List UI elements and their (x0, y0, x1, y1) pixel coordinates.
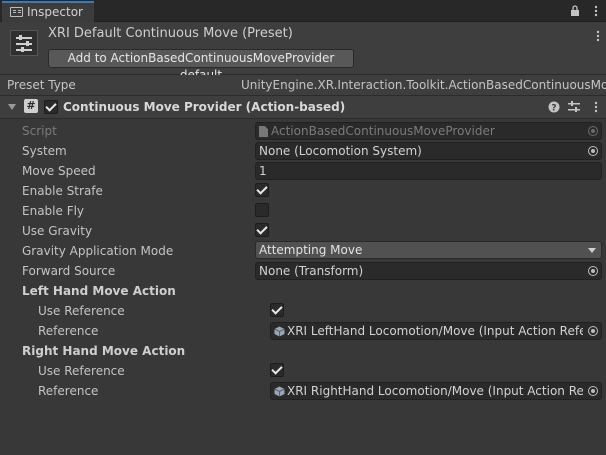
system-label: System (22, 144, 67, 158)
input-action-asset-icon (274, 326, 285, 337)
right-use-reference-checkbox[interactable] (270, 363, 284, 377)
script-value: ActionBasedContinuousMoveProvider (271, 124, 495, 138)
right-reference-value: XRI RightHand Locomotion/Move (Input Act… (287, 384, 583, 398)
preset-icon (10, 30, 38, 56)
script-icon: # (24, 99, 38, 113)
left-use-reference-label: Use Reference (38, 304, 125, 318)
gravity-mode-dropdown[interactable]: Attempting Move (255, 241, 602, 259)
add-to-default-button[interactable]: Add to ActionBasedContinuousMoveProvider… (48, 49, 354, 82)
foldout-arrow-icon[interactable] (8, 104, 16, 110)
input-action-asset-icon (274, 386, 285, 397)
left-reference-field[interactable]: XRI LeftHand Locomotion/Move (Input Acti… (270, 322, 602, 340)
preset-type-row: Preset Type UnityEngine.XR.Interaction.T… (0, 75, 606, 96)
dropdown-arrow-icon (588, 248, 596, 253)
forward-source-label: Forward Source (22, 264, 116, 278)
svg-text:?: ? (551, 104, 556, 114)
object-picker-icon (588, 126, 598, 136)
enable-strafe-label: Enable Strafe (22, 184, 103, 198)
script-field: ActionBasedContinuousMoveProvider (255, 122, 602, 140)
object-picker-icon[interactable] (588, 326, 598, 336)
component-name: Continuous Move Provider (Action-based) (63, 100, 346, 114)
script-file-icon (259, 126, 268, 137)
object-picker-icon[interactable] (588, 146, 598, 156)
preset-settings-icon[interactable] (568, 101, 580, 113)
component-header[interactable]: # Continuous Move Provider (Action-based… (0, 96, 606, 119)
use-gravity-label: Use Gravity (22, 224, 93, 238)
move-speed-input[interactable]: 1 (255, 162, 602, 180)
lock-icon[interactable] (570, 5, 580, 17)
tab-label: Inspector (27, 5, 83, 19)
inspector-icon (10, 7, 23, 17)
forward-source-value: None (Transform) (259, 264, 364, 278)
gravity-mode-value: Attempting Move (259, 243, 363, 257)
enable-fly-checkbox[interactable] (255, 203, 269, 217)
left-use-reference-checkbox[interactable] (270, 303, 284, 317)
left-reference-value: XRI LeftHand Locomotion/Move (Input Acti… (287, 324, 583, 338)
object-picker-icon[interactable] (588, 386, 598, 396)
component-menu-icon[interactable] (594, 101, 598, 113)
enable-fly-label: Enable Fly (22, 204, 85, 218)
move-speed-value: 1 (259, 164, 267, 178)
script-label: Script (22, 124, 57, 138)
system-field[interactable]: None (Locomotion System) (255, 142, 602, 160)
object-picker-icon[interactable] (588, 266, 598, 276)
move-speed-label: Move Speed (22, 164, 96, 178)
page-title: XRI Default Continuous Move (Preset) (48, 26, 293, 41)
use-gravity-checkbox[interactable] (255, 223, 269, 237)
more-menu-icon[interactable] (594, 5, 598, 17)
right-reference-label: Reference (38, 384, 99, 398)
system-value: None (Locomotion System) (259, 144, 422, 158)
help-icon[interactable]: ? (548, 101, 560, 113)
preset-type-value: UnityEngine.XR.Interaction.Toolkit.Actio… (241, 78, 606, 92)
component-enabled-checkbox[interactable] (44, 100, 58, 114)
header-menu-icon[interactable] (596, 30, 600, 42)
preset-type-label: Preset Type (7, 78, 76, 92)
right-hand-header: Right Hand Move Action (22, 344, 186, 358)
left-reference-label: Reference (38, 324, 99, 338)
left-hand-header: Left Hand Move Action (22, 284, 176, 298)
gravity-mode-label: Gravity Application Mode (22, 244, 174, 258)
forward-source-field[interactable]: None (Transform) (255, 262, 602, 280)
tab-inspector[interactable]: Inspector (2, 1, 94, 22)
right-reference-field[interactable]: XRI RightHand Locomotion/Move (Input Act… (270, 382, 602, 400)
enable-strafe-checkbox[interactable] (255, 183, 269, 197)
right-use-reference-label: Use Reference (38, 364, 125, 378)
